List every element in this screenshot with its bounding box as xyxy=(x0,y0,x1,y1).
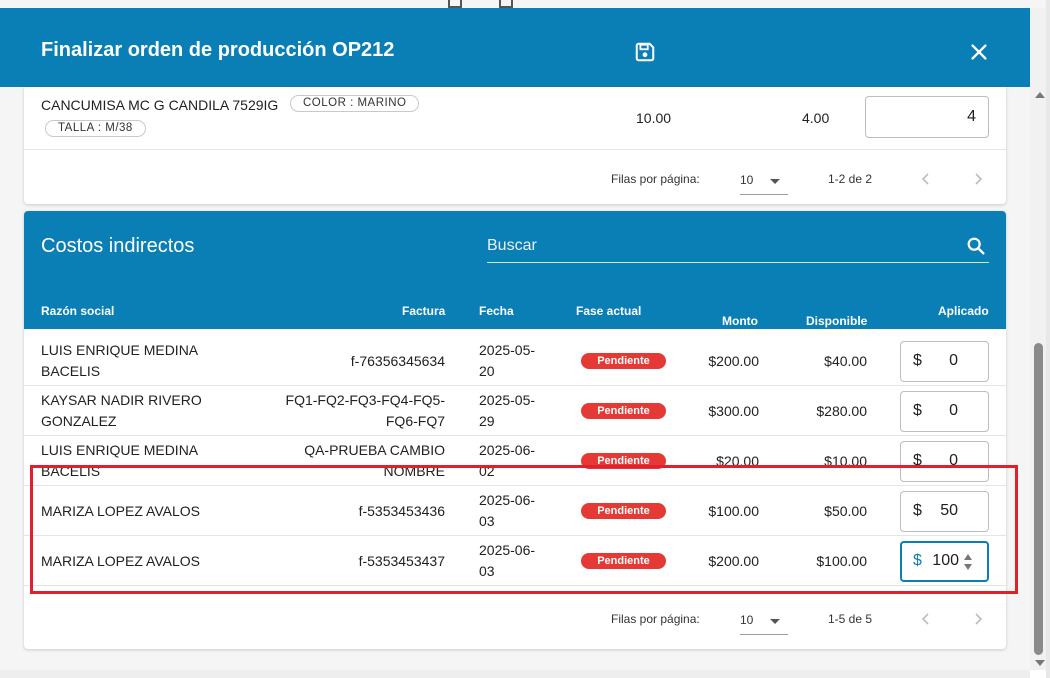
status-badge: Pendiente xyxy=(581,403,666,419)
col-aplicado[interactable]: Aplicado xyxy=(938,304,989,318)
col-fecha[interactable]: Fecha xyxy=(479,304,514,318)
scroll-up-arrow-icon[interactable] xyxy=(1035,92,1045,98)
aplicado-input[interactable]: $ 0 xyxy=(900,391,989,432)
scroll-down-arrow-icon[interactable] xyxy=(1035,660,1045,666)
highlight-annotation xyxy=(30,465,1018,594)
divider xyxy=(24,149,1006,150)
status-badge: Pendiente xyxy=(581,353,666,369)
color-chip: COLOR : MARINO xyxy=(290,95,420,112)
razon-social-cell: KAYSAR NADIR RIVERO GONZALEZ xyxy=(41,392,202,429)
chevron-left-icon[interactable] xyxy=(919,172,933,186)
razon-social-cell: LUIS ENRIQUE MEDINA BACELIS xyxy=(41,342,198,379)
chevron-down-icon xyxy=(770,619,780,624)
dialog-header: Finalizar orden de producción OP212 xyxy=(0,8,1030,87)
product-name: CANCUMISA MC G CANDILA 7529IG xyxy=(41,97,279,113)
pagination-range: 1-2 de 2 xyxy=(828,172,873,186)
rows-per-page-label: Filas por página: xyxy=(611,612,700,626)
factura-cell: FQ1-FQ2-FQ3-FQ4-FQ5-FQ6-FQ7 xyxy=(285,392,445,429)
disponible-cell: $40.00 xyxy=(824,353,867,369)
chevron-right-icon[interactable] xyxy=(971,612,985,626)
document-icon xyxy=(448,0,462,8)
rows-per-page-value: 10 xyxy=(740,173,754,187)
col-disponible[interactable]: Disponible xyxy=(806,314,867,328)
rows-per-page-value: 10 xyxy=(740,613,754,627)
backdrop-toolbar xyxy=(0,0,1050,8)
col-fase-actual[interactable]: Fase actual xyxy=(576,304,641,318)
factura-cell: f-76356345634 xyxy=(350,353,445,369)
clipboard-icon xyxy=(499,0,513,8)
aplicado-input[interactable]: $ 0 xyxy=(900,341,989,382)
close-icon[interactable] xyxy=(968,41,990,63)
search-field xyxy=(487,229,989,263)
scrollbar-thumb[interactable] xyxy=(1034,343,1043,655)
quantity-value: 4 xyxy=(967,108,976,125)
indirect-costs-title: Costos indirectos xyxy=(41,235,195,257)
disponible-cell: $280.00 xyxy=(816,403,867,419)
save-icon[interactable] xyxy=(634,41,656,63)
product-value-1: 10.00 xyxy=(636,110,672,126)
search-input[interactable] xyxy=(487,235,947,257)
col-razon-social[interactable]: Razón social xyxy=(41,304,114,318)
col-factura[interactable]: Factura xyxy=(402,304,445,318)
rows-per-page-select[interactable]: 10 xyxy=(740,167,788,195)
product-card: CANCUMISA MC G CANDILA 7529IG COLOR : MA… xyxy=(24,87,1006,204)
chevron-right-icon[interactable] xyxy=(971,172,985,186)
quantity-input[interactable]: 4 xyxy=(865,96,989,138)
search-icon[interactable] xyxy=(965,235,987,257)
aplicado-value: 0 xyxy=(949,402,958,419)
dialog-bottom-edge xyxy=(0,670,1030,678)
monto-cell: $300.00 xyxy=(708,403,759,419)
pagination-range: 1-5 de 5 xyxy=(828,612,873,626)
product-value-2: 4.00 xyxy=(802,110,830,126)
currency-symbol: $ xyxy=(913,402,922,419)
fecha-cell: 2025-05-20 xyxy=(479,342,536,379)
fecha-cell: 2025-05-29 xyxy=(479,392,536,429)
window-edge xyxy=(1046,0,1050,678)
monto-cell: $200.00 xyxy=(708,353,759,369)
indirect-costs-header: Costos indirectos Razón social Factura F… xyxy=(24,211,1006,329)
currency-symbol: $ xyxy=(913,352,922,369)
aplicado-value: 0 xyxy=(949,352,958,369)
size-chip: TALLA : M/38 xyxy=(45,120,146,137)
rows-per-page-label: Filas por página: xyxy=(611,172,700,186)
dialog-title: Finalizar orden de producción OP212 xyxy=(41,39,395,61)
table-row: KAYSAR NADIR RIVERO GONZALEZ FQ1-FQ2-FQ3… xyxy=(24,386,1006,436)
rows-per-page-select[interactable]: 10 xyxy=(740,607,788,635)
chevron-down-icon xyxy=(770,179,780,184)
col-monto[interactable]: Monto xyxy=(722,314,758,328)
table-row: LUIS ENRIQUE MEDINA BACELIS f-7635634563… xyxy=(24,336,1006,386)
chevron-left-icon[interactable] xyxy=(919,612,933,626)
